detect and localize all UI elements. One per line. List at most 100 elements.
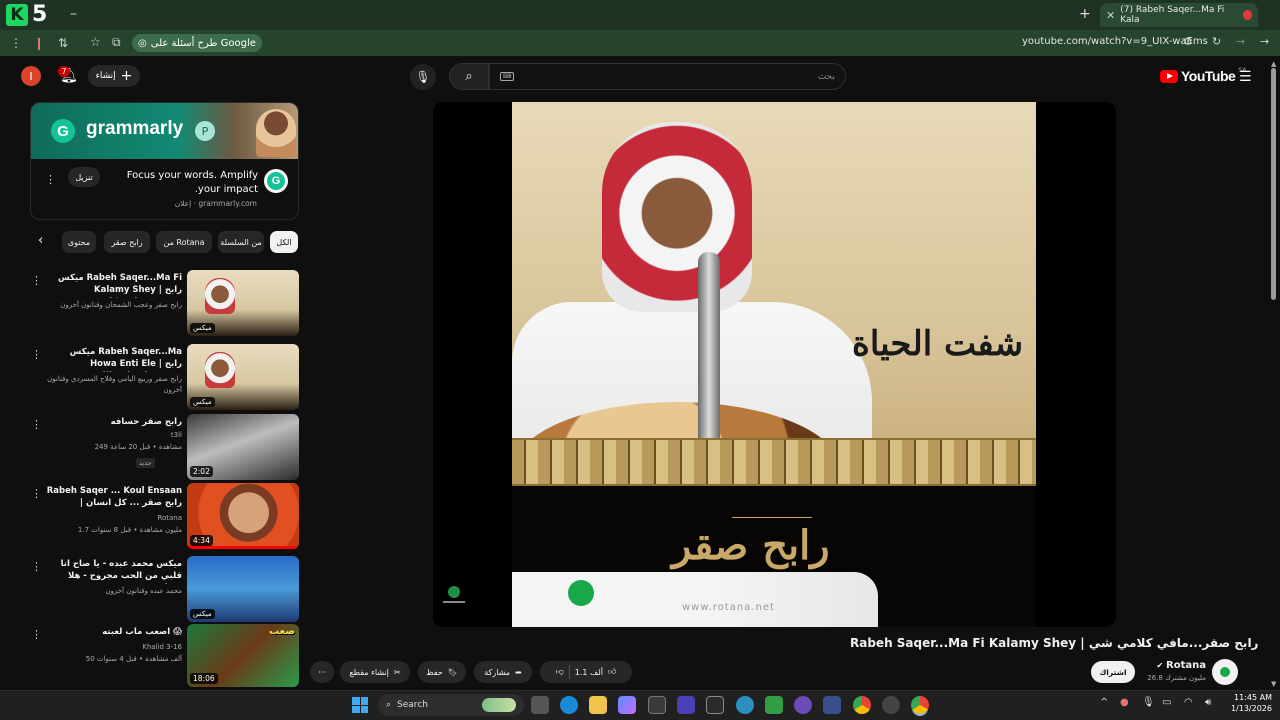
tune-icon[interactable]: ⚙ bbox=[1183, 35, 1193, 48]
wifi-icon[interactable]: ◠ bbox=[1184, 697, 1193, 708]
subscribe-button[interactable]: اشتراك bbox=[1091, 661, 1135, 683]
back-icon[interactable]: → bbox=[1260, 35, 1269, 48]
scroll-up-icon[interactable]: ▲ bbox=[1271, 60, 1276, 68]
reload-icon[interactable]: ↻ bbox=[1212, 35, 1221, 48]
save-button[interactable]: حفظ 🔖︎ bbox=[418, 661, 466, 683]
video-player[interactable]: شفت الحياة رابح صقر www.rotana.net bbox=[433, 102, 1116, 627]
item-more-icon[interactable]: ⋮ bbox=[31, 274, 42, 287]
keyboard-icon[interactable]: ⌨ bbox=[500, 72, 514, 81]
item-thumbnail[interactable]: ميكس bbox=[187, 556, 299, 622]
item-thumbnail[interactable]: ميكس bbox=[187, 344, 299, 410]
chip-content[interactable]: محتوى bbox=[62, 231, 96, 253]
dislike-icon[interactable]: 👎︎ bbox=[556, 667, 564, 677]
copilot-icon[interactable] bbox=[618, 696, 636, 714]
scroll-down-icon[interactable]: ▼ bbox=[1271, 680, 1276, 688]
create-button[interactable]: إنشاء + bbox=[88, 65, 140, 87]
network-icon[interactable]: ▭ bbox=[1162, 697, 1171, 708]
video-frame: شفت الحياة رابح صقر www.rotana.net bbox=[512, 102, 1036, 627]
ad-title[interactable]: Focus your words. Amplify your impact. bbox=[123, 169, 258, 197]
like-count[interactable]: 1.1 ألف bbox=[575, 668, 603, 677]
item-more-icon[interactable]: ⋮ bbox=[31, 628, 42, 641]
tray-mic-icon[interactable]: 🎙︎ bbox=[1142, 697, 1155, 708]
tray-app-icon[interactable]: ● bbox=[1120, 697, 1129, 708]
search-input[interactable]: ⌨ بحث bbox=[489, 63, 846, 90]
tray-overflow-icon[interactable]: ^ bbox=[1100, 697, 1108, 708]
item-title[interactable]: اصعب ماب لعبته 😱 bbox=[46, 626, 182, 638]
like-icon[interactable]: 👍︎ bbox=[608, 667, 616, 677]
list-item[interactable]: ⋮ ميكس Rabeh Saqer...Ma Fi Kalamy Shey |… bbox=[30, 270, 300, 336]
item-title[interactable]: ميكس Rabeh Saqer...Ma Howa Enti Ele | را… bbox=[46, 346, 182, 372]
menu-kebab-icon[interactable]: ⋮ bbox=[10, 36, 22, 50]
minimize-icon[interactable]: – bbox=[70, 6, 77, 22]
list-item[interactable]: ⋮ ميكس محمد عبده - يا صاح انا قلبي من ال… bbox=[30, 556, 300, 622]
chrome-active-icon[interactable] bbox=[911, 696, 929, 714]
task-view-icon[interactable] bbox=[531, 696, 549, 714]
profile-icon[interactable]: ❙ bbox=[34, 36, 44, 50]
ad-download-button[interactable]: تنزيل bbox=[68, 167, 100, 187]
advertiser-logo[interactable]: G bbox=[264, 169, 288, 193]
chips-scroll-left-icon[interactable]: ‹ bbox=[38, 233, 43, 248]
google-ask-chip[interactable]: ◎ طرح أسئلة على Google bbox=[132, 34, 262, 52]
url-text[interactable]: youtube.com/watch?v=9_UIX-waEms bbox=[1022, 36, 1208, 47]
app-icon-gray[interactable] bbox=[882, 696, 900, 714]
chip-from-rotana[interactable]: من Rotana bbox=[156, 231, 212, 253]
store-icon[interactable] bbox=[648, 696, 666, 714]
list-item[interactable]: ⋮ رابح صقر حسافه t3li 249 مشاهدة • قبل 2… bbox=[30, 414, 300, 480]
volume-icon[interactable]: 🔊︎ bbox=[1205, 697, 1211, 708]
item-title[interactable]: ميكس Rabeh Saqer...Ma Fi Kalamy Shey | ر… bbox=[46, 272, 182, 298]
tab-close-icon[interactable]: ✕ bbox=[1106, 9, 1115, 22]
channel-avatar[interactable] bbox=[1212, 659, 1238, 685]
list-item[interactable]: ⋮ Rabeh Saqer ... Koul Ensaan | رابح صقر… bbox=[30, 483, 300, 549]
youtube-logo[interactable]: YouTube SA bbox=[1160, 67, 1246, 84]
item-more-icon[interactable]: ⋮ bbox=[31, 348, 42, 361]
reading-mode-icon[interactable]: ⇅ bbox=[58, 36, 68, 50]
channel-watermark-icon[interactable] bbox=[441, 586, 467, 608]
windows-start-icon[interactable] bbox=[352, 697, 368, 713]
guide-menu-icon[interactable]: ☰ bbox=[1239, 69, 1252, 85]
verified-icon: ✔︎ bbox=[1156, 661, 1167, 670]
voice-search-mic-icon[interactable]: 🎙︎ bbox=[410, 64, 436, 90]
ad-more-icon[interactable]: ⋮ bbox=[45, 173, 56, 186]
chip-from-series[interactable]: من السلسلة bbox=[218, 231, 264, 253]
page-scrollbar[interactable] bbox=[1271, 68, 1276, 300]
forward-icon[interactable]: → bbox=[1236, 35, 1245, 48]
bookmark-star-icon[interactable]: ☆ bbox=[90, 35, 101, 49]
taskbar-search[interactable]: ⌕ Search bbox=[378, 694, 524, 716]
share-button[interactable]: مشاركة ➦ bbox=[474, 661, 532, 683]
item-thumbnail[interactable]: 4:34 bbox=[187, 483, 299, 549]
file-explorer-icon[interactable] bbox=[589, 696, 607, 714]
chip-rabeh-saqer[interactable]: رابح صقر bbox=[104, 231, 150, 253]
account-avatar[interactable]: I bbox=[21, 66, 41, 86]
item-more-icon[interactable]: ⋮ bbox=[31, 560, 42, 573]
item-thumbnail[interactable]: صعب 18:06 bbox=[187, 624, 299, 687]
item-title[interactable]: Rabeh Saqer ... Koul Ensaan | رابح صقر .… bbox=[46, 485, 182, 509]
chip-all[interactable]: الكل bbox=[270, 231, 298, 253]
app-icon-blue[interactable] bbox=[677, 696, 695, 714]
app-icon-cube[interactable] bbox=[706, 696, 724, 714]
clip-button[interactable]: إنشاء مقطع ✂ bbox=[340, 661, 410, 683]
item-thumbnail[interactable]: ميكس bbox=[187, 270, 299, 336]
share-page-icon[interactable]: ⧉ bbox=[112, 35, 121, 50]
chrome-icon[interactable] bbox=[853, 696, 871, 714]
item-thumbnail[interactable]: 2:02 bbox=[187, 414, 299, 480]
item-more-icon[interactable]: ⋮ bbox=[31, 418, 42, 431]
globe-icon[interactable] bbox=[736, 696, 754, 714]
list-item[interactable]: ⋮ اصعب ماب لعبته 😱 Khalid 3-16 50 ألف مش… bbox=[30, 624, 300, 687]
item-title[interactable]: رابح صقر حسافه bbox=[46, 416, 182, 428]
new-tab-button[interactable]: + bbox=[1079, 6, 1091, 22]
search-button[interactable]: ⌕ bbox=[449, 63, 489, 90]
item-more-icon[interactable]: ⋮ bbox=[31, 487, 42, 500]
taskbar-clock[interactable]: 11:45 AM 1/13/2026 bbox=[1226, 692, 1272, 714]
list-item[interactable]: ⋮ ميكس Rabeh Saqer...Ma Howa Enti Ele | … bbox=[30, 344, 300, 410]
app-icon-purple[interactable] bbox=[794, 696, 812, 714]
ad-banner-image[interactable]: G grammarly P bbox=[31, 103, 298, 159]
edge-icon[interactable] bbox=[560, 696, 578, 714]
tab-youtube-video[interactable]: ✕ (7) Rabeh Saqer...Ma Fi Kala bbox=[1100, 3, 1258, 27]
launcher-k-icon[interactable]: K bbox=[6, 4, 28, 26]
item-title[interactable]: ميكس محمد عبده - يا صاح انا قلبي من الحب… bbox=[46, 558, 182, 584]
ad-card[interactable]: G grammarly P G Focus your words. Amplif… bbox=[30, 102, 299, 220]
more-actions-button[interactable]: ··· bbox=[310, 661, 334, 683]
app-icon-diamond[interactable] bbox=[823, 696, 841, 714]
channel-name[interactable]: ✔︎ Rotana bbox=[1140, 660, 1206, 671]
app-icon-green[interactable] bbox=[765, 696, 783, 714]
